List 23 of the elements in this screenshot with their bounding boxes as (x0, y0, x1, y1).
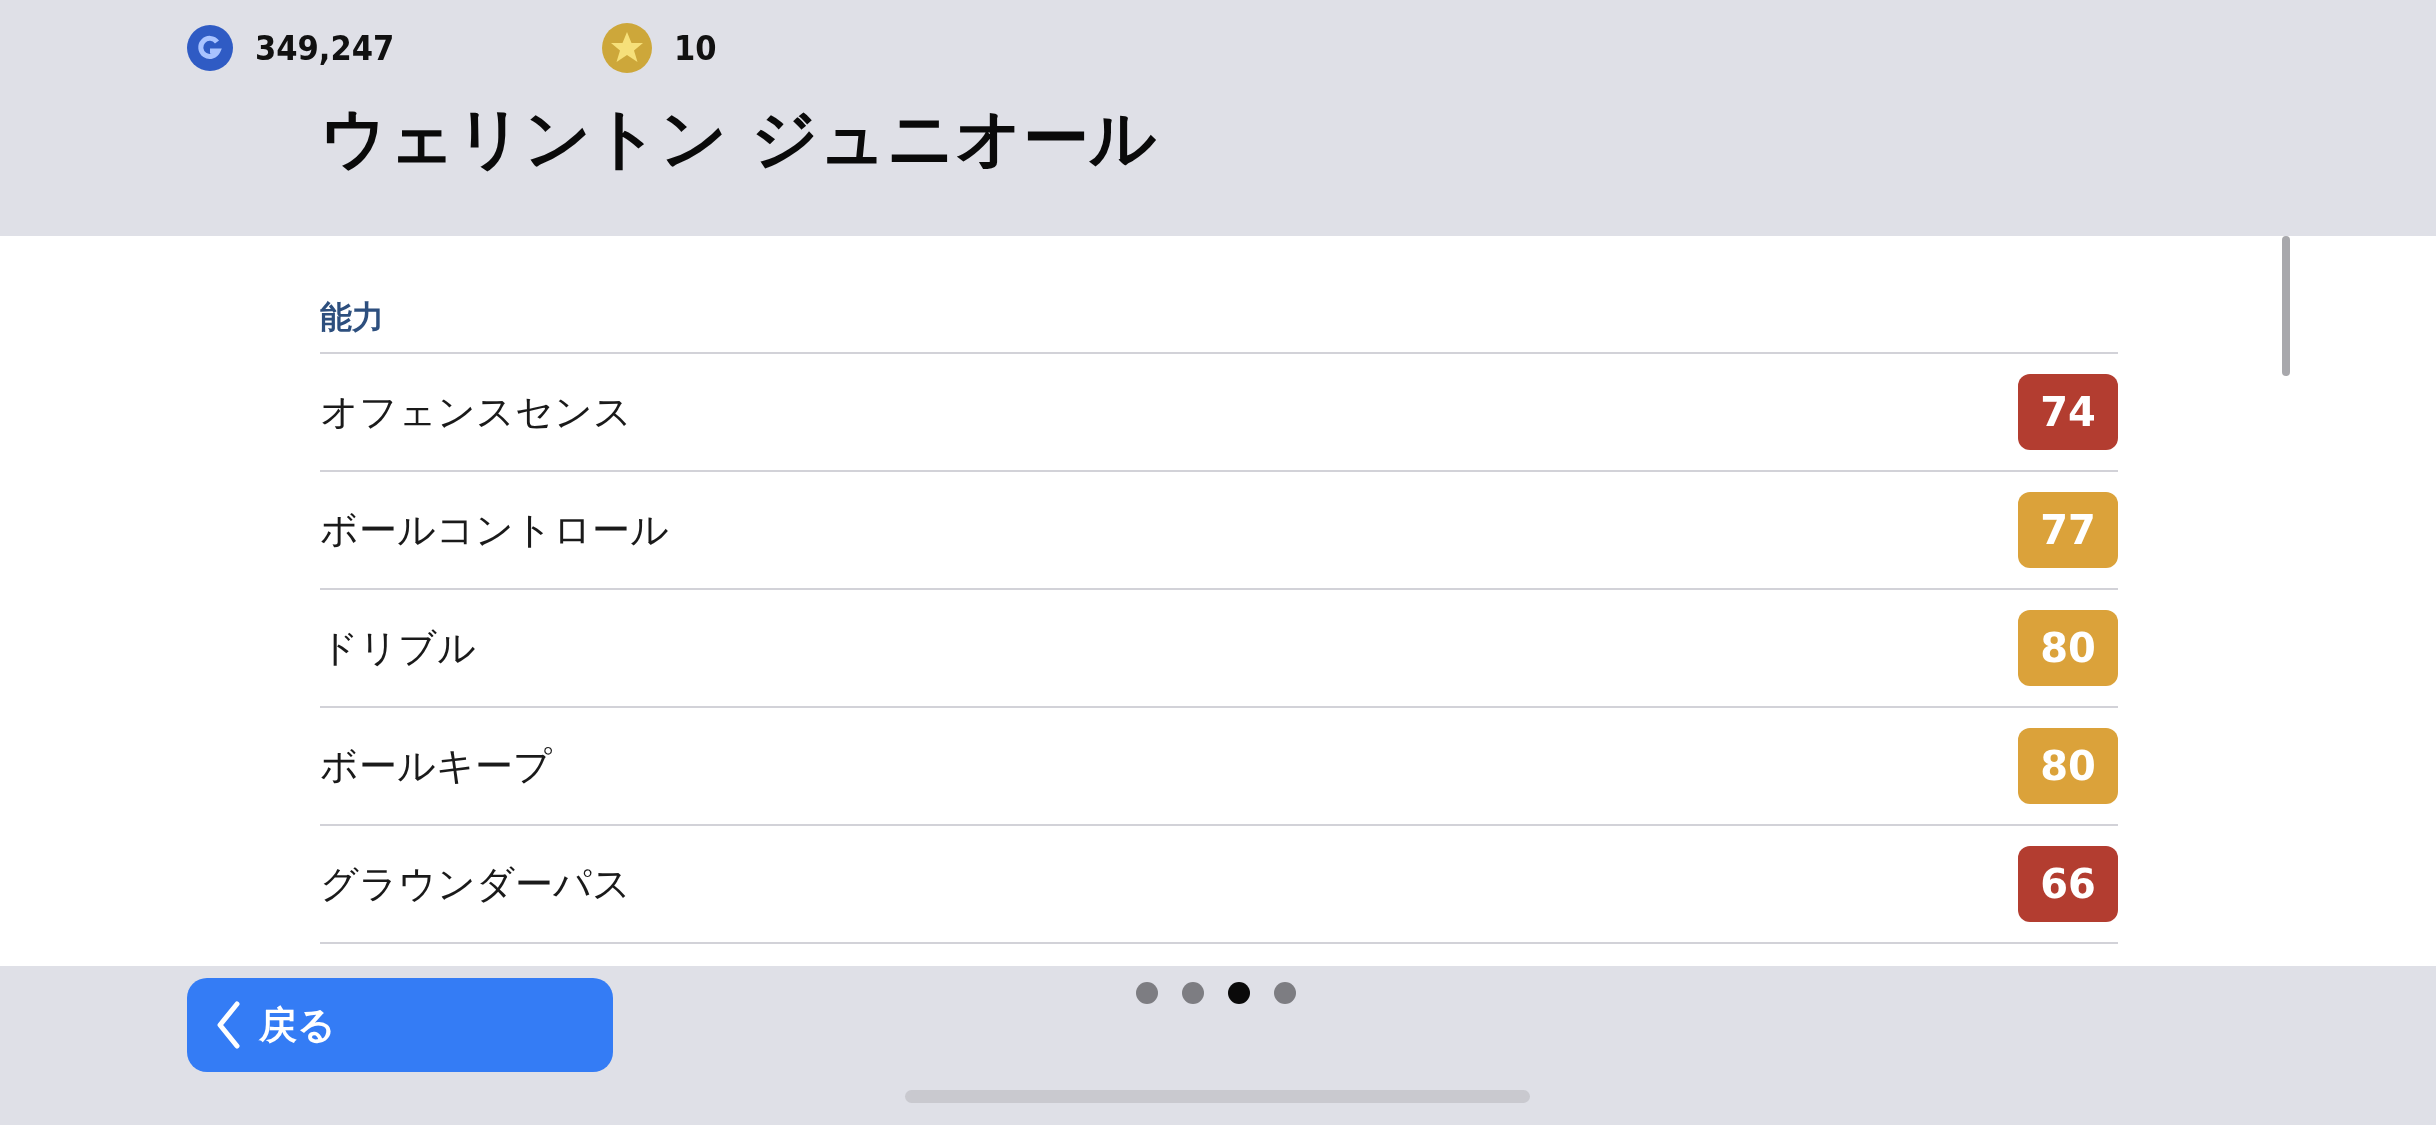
g-coin-icon (187, 25, 233, 71)
stat-name: グラウンダーパス (320, 860, 631, 908)
stat-name: ボールコントロール (320, 506, 669, 554)
stat-name: ボールキープ (320, 742, 552, 790)
stat-name: ドリブル (320, 624, 476, 672)
page-dot[interactable] (1228, 982, 1250, 1004)
section-heading: 能力 (320, 297, 384, 338)
page-dot[interactable] (1136, 982, 1158, 1004)
stat-name: オフェンスセンス (320, 388, 632, 436)
stat-value: 80 (2018, 610, 2118, 686)
stat-value: 66 (2018, 846, 2118, 922)
stat-value: 80 (2018, 728, 2118, 804)
back-button[interactable]: 戻る (187, 978, 613, 1072)
scrollbar[interactable] (2282, 236, 2290, 376)
currency-amount: 349,247 (255, 28, 395, 68)
player-name: ウェリントン ジュニオール (320, 99, 1158, 179)
page-dot[interactable] (1274, 982, 1296, 1004)
stat-value: 77 (2018, 492, 2118, 568)
currency-amount: 10 (674, 28, 717, 68)
stat-value: 74 (2018, 374, 2118, 450)
chevron-left-icon (215, 1001, 241, 1049)
star-coin-icon (602, 23, 652, 73)
page-dot[interactable] (1182, 982, 1204, 1004)
